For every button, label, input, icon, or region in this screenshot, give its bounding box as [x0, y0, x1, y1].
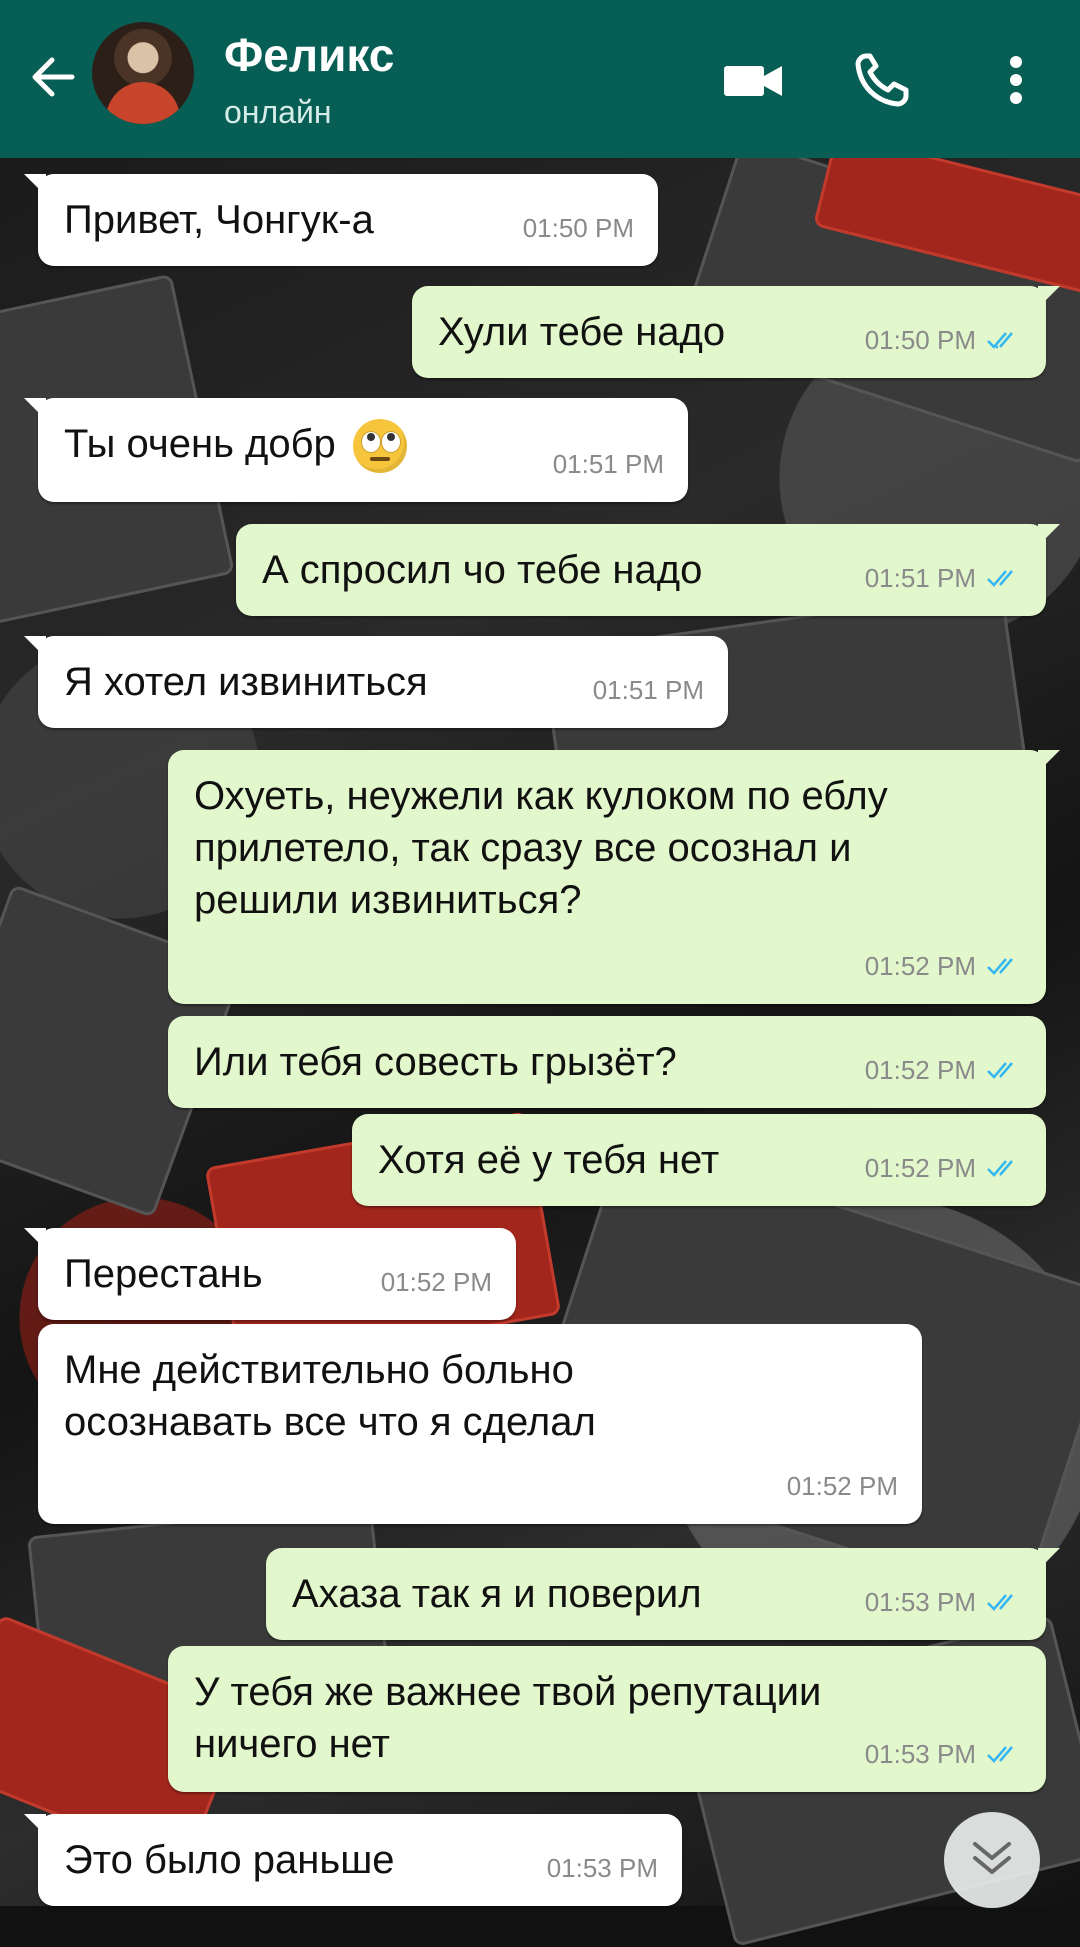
- double-check-icon: [987, 1594, 1013, 1611]
- message-incoming[interactable]: Перестань 01:52 PM: [24, 1228, 516, 1320]
- message-text: Или тебя совесть грызёт?: [194, 1040, 677, 1084]
- rolling-eyes-emoji-icon: [352, 419, 407, 474]
- message-time: 01:51 PM: [864, 563, 976, 593]
- chat-header: Феликс онлайн: [0, 0, 1080, 158]
- message-text: Я хотел извиниться: [64, 660, 428, 704]
- message-time: 01:52 PM: [786, 1471, 898, 1501]
- message-text: У тебя же важнее твой репутации ничего н…: [194, 1670, 822, 1766]
- message-time: 01:52 PM: [864, 1153, 976, 1183]
- message-time: 01:52 PM: [864, 1055, 976, 1085]
- message-outgoing[interactable]: Ахаза так я и поверил 01:53 PM: [266, 1548, 1060, 1640]
- message-time: 01:50 PM: [522, 213, 634, 243]
- message-outgoing[interactable]: А спросил чо тебе надо 01:51 PM: [236, 524, 1060, 616]
- message-outgoing[interactable]: Или тебя совесть грызёт? 01:52 PM: [168, 1016, 1046, 1108]
- double-check-icon: [987, 570, 1013, 587]
- message-time: 01:51 PM: [552, 449, 664, 479]
- message-text: Мне действительно больно осознавать все …: [64, 1348, 596, 1444]
- scroll-to-bottom-button[interactable]: [944, 1812, 1040, 1908]
- double-check-icon: [987, 1160, 1013, 1177]
- message-incoming[interactable]: Мне действительно больно осознавать все …: [38, 1324, 922, 1524]
- phone-icon[interactable]: [852, 50, 914, 110]
- message-list[interactable]: Привет, Чонгук-а 01:50 PM Хули тебе надо…: [0, 158, 1080, 1906]
- double-check-icon: [987, 958, 1013, 975]
- video-call-icon[interactable]: [722, 50, 784, 110]
- message-incoming[interactable]: Привет, Чонгук-а 01:50 PM: [24, 174, 658, 266]
- double-check-icon: [987, 1746, 1013, 1763]
- message-incoming[interactable]: Это было раньше 01:53 PM: [24, 1814, 682, 1906]
- message-text: Ты очень добр: [64, 422, 336, 466]
- message-incoming[interactable]: Ты очень добр 01:51 PM: [24, 398, 688, 502]
- message-text: Охуеть, неужели как кулоком по еблу прил…: [194, 774, 888, 922]
- message-text: Хули тебе надо: [438, 310, 726, 354]
- message-time: 01:52 PM: [380, 1267, 492, 1297]
- message-outgoing[interactable]: Хули тебе надо 01:50 PM: [412, 286, 1060, 378]
- message-time: 01:53 PM: [864, 1587, 976, 1617]
- message-time: 01:52 PM: [864, 951, 976, 981]
- message-text: А спросил чо тебе надо: [262, 548, 703, 592]
- double-chevron-down-icon: [973, 1842, 1011, 1874]
- message-incoming[interactable]: Я хотел извиниться 01:51 PM: [24, 636, 728, 728]
- message-outgoing[interactable]: Хотя её у тебя нет 01:52 PM: [352, 1114, 1046, 1206]
- message-time: 01:53 PM: [864, 1739, 976, 1769]
- message-time: 01:53 PM: [546, 1853, 658, 1883]
- message-text: Это было раньше: [64, 1838, 395, 1882]
- message-time: 01:50 PM: [864, 325, 976, 355]
- more-vert-icon[interactable]: [996, 50, 1036, 110]
- double-check-icon: [987, 1062, 1013, 1079]
- message-time: 01:51 PM: [592, 675, 704, 705]
- message-outgoing[interactable]: У тебя же важнее твой репутации ничего н…: [168, 1646, 1046, 1792]
- avatar[interactable]: [92, 22, 194, 124]
- contact-name[interactable]: Феликс: [224, 28, 394, 82]
- message-outgoing[interactable]: Охуеть, неужели как кулоком по еблу прил…: [168, 750, 1060, 1004]
- message-text: Хотя её у тебя нет: [378, 1138, 720, 1182]
- message-text: Привет, Чонгук-а: [64, 198, 374, 242]
- contact-status: онлайн: [224, 94, 332, 130]
- message-text: Ахаза так я и поверил: [292, 1572, 702, 1616]
- back-arrow-icon[interactable]: [22, 42, 92, 112]
- double-check-icon: [987, 332, 1013, 349]
- message-text: Перестань: [64, 1252, 263, 1296]
